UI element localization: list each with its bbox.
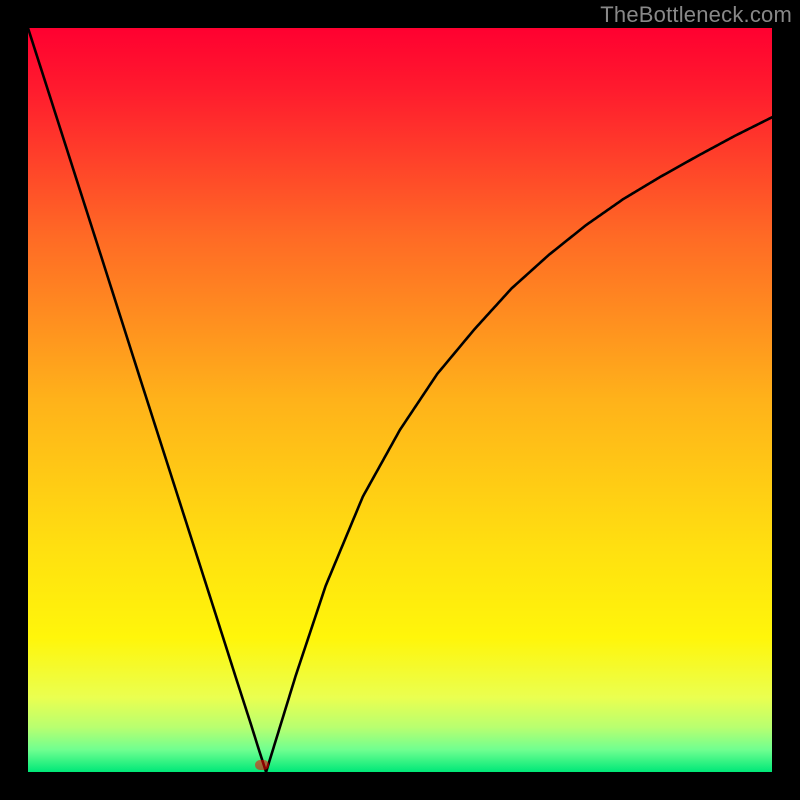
plot-svg bbox=[28, 28, 772, 772]
chart-frame: TheBottleneck.com bbox=[0, 0, 800, 800]
watermark-text: TheBottleneck.com bbox=[600, 2, 792, 28]
gradient-background bbox=[28, 28, 772, 772]
plot-area bbox=[28, 28, 772, 772]
optimum-marker bbox=[255, 760, 269, 770]
